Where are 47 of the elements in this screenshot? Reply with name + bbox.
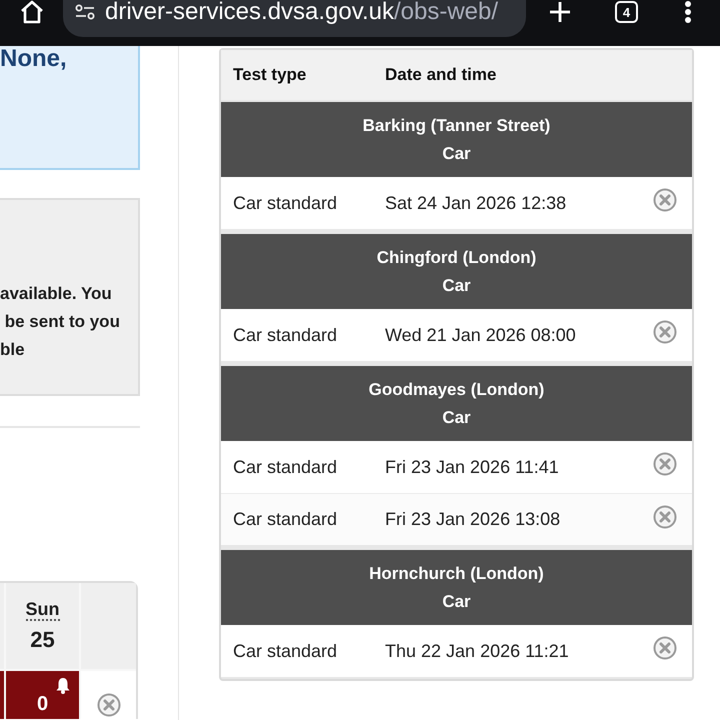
column-header: Test type [233, 65, 308, 85]
vehicle-type: Car [442, 275, 471, 296]
date-time-cell-text: Fri 23 Jan 2026 11:41 [385, 456, 560, 478]
close-icon [653, 452, 677, 476]
centre-name: Hornchurch (London) [369, 563, 544, 584]
notice-heading: None, [0, 46, 67, 72]
test-type-cell-text: Car standard [233, 324, 338, 346]
calendar-day-cell[interactable]: 0 [6, 671, 79, 719]
remove-button[interactable] [653, 320, 677, 344]
centre-name: Goodmayes (London) [368, 379, 544, 400]
vehicle-type: Car [442, 591, 471, 612]
close-icon [653, 188, 677, 212]
more-icon [684, 0, 692, 24]
home-icon[interactable] [19, 0, 45, 24]
address-bar[interactable]: driver-services.dvsa.gov.uk/obs-web/ [63, 0, 526, 37]
date-time-cell-text: Wed 21 Jan 2026 08:00 [385, 324, 577, 346]
vehicle-type: Car [442, 143, 471, 164]
remove-button[interactable] [653, 188, 677, 212]
info-message: available. You be sent to you ble [0, 283, 120, 361]
centre-name: Chingford (London) [376, 247, 536, 268]
date-label: 25 [30, 626, 55, 652]
sliders-icon[interactable] [75, 4, 95, 20]
bell-icon [55, 677, 71, 694]
date-time-cell-text: Sat 24 Jan 2026 12:38 [385, 192, 568, 214]
close-icon [653, 504, 677, 528]
plus-icon [548, 0, 572, 24]
close-icon [653, 320, 677, 344]
remove-button[interactable] [653, 504, 677, 528]
column-header: Date and time [385, 65, 496, 85]
test-type-cell-text: Car standard [233, 456, 338, 478]
more-menu-button[interactable] [684, 0, 692, 24]
date-time-cell-text: Fri 23 Jan 2026 13:08 [385, 509, 562, 530]
tab-count-button[interactable]: 4 [615, 1, 638, 23]
test-type-cell-text: Car standard [233, 640, 338, 662]
new-tab-button[interactable] [548, 0, 572, 24]
test-type-cell-text: Car standard [233, 192, 338, 214]
weekday-label: Sun [26, 600, 60, 620]
vehicle-type: Car [442, 407, 471, 428]
remove-button[interactable] [653, 636, 677, 660]
test-type-cell-text: Car standard [233, 509, 338, 530]
centre-name: Barking (Tanner Street) [362, 115, 550, 136]
calendar-day-cell[interactable] [0, 671, 4, 719]
date-time-cell-text: Thu 22 Jan 2026 11:21 [385, 640, 570, 662]
url-text: driver-services.dvsa.gov.uk/obs-web/ [105, 0, 498, 24]
close-icon [653, 636, 677, 660]
remove-button[interactable] [653, 452, 677, 476]
slot-count: 0 [36, 693, 48, 715]
